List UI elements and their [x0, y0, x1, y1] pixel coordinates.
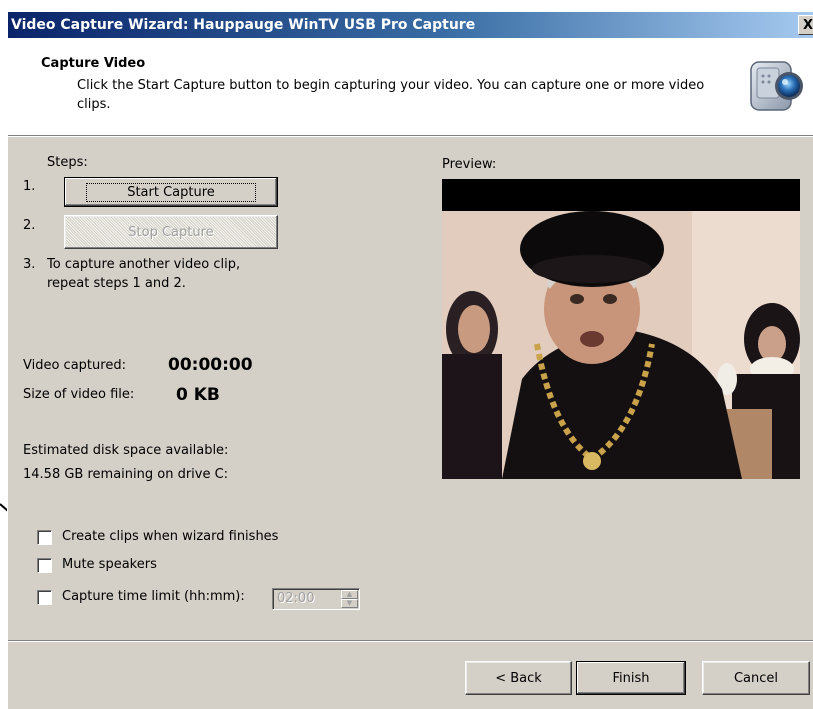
wizard-window: Video Capture Wizard: Hauppauge WinTV US…	[7, 12, 813, 709]
video-camera-icon	[745, 54, 805, 116]
step-3-text-line1: To capture another video clip,	[47, 257, 241, 272]
create-clips-label: Create clips when wizard finishes	[62, 529, 279, 544]
time-limit-checkbox[interactable]	[37, 590, 52, 605]
cancel-button-label: Cancel	[733, 670, 779, 686]
file-size-label: Size of video file:	[23, 387, 135, 402]
stop-capture-label: Stop Capture	[128, 224, 214, 240]
page-description: Click the Start Capture button to begin …	[77, 78, 705, 112]
video-captured-label: Video captured:	[23, 358, 126, 373]
back-button[interactable]: < Back	[465, 661, 572, 695]
file-size-value: 0 KB	[176, 385, 220, 405]
mute-speakers-label: Mute speakers	[62, 557, 157, 572]
stop-capture-button[interactable]: Stop Capture	[64, 215, 278, 249]
window-title: Video Capture Wizard: Hauppauge WinTV US…	[11, 17, 476, 33]
finish-button-label: Finish	[612, 670, 650, 686]
time-limit-spinner[interactable]: 02:00 ▲ ▼	[272, 588, 360, 610]
video-captured-value: 00:00:00	[168, 355, 253, 375]
disk-space-value: 14.58 GB remaining on drive C:	[23, 467, 229, 482]
close-button[interactable]: X	[798, 15, 813, 35]
title-bar: Video Capture Wizard: Hauppauge WinTV US…	[8, 12, 813, 38]
spin-down-icon[interactable]: ▼	[341, 599, 358, 608]
cancel-button[interactable]: Cancel	[702, 661, 810, 695]
create-clips-checkbox[interactable]	[37, 530, 52, 545]
time-limit-label: Capture time limit (hh:mm):	[62, 589, 245, 604]
step-3-number: 3.	[23, 257, 36, 272]
step-1-number: 1.	[23, 179, 36, 194]
spin-up-icon[interactable]: ▲	[341, 590, 358, 599]
steps-heading: Steps:	[47, 155, 88, 170]
page-title: Capture Video	[41, 56, 146, 71]
video-preview	[442, 179, 800, 479]
close-icon: X	[802, 17, 813, 33]
step-2-number: 2.	[23, 218, 36, 233]
mute-speakers-checkbox[interactable]	[37, 558, 52, 573]
finish-button[interactable]: Finish	[576, 661, 686, 695]
wizard-header: Capture Video Click the Start Capture bu…	[8, 38, 813, 136]
step-3-text-line2: repeat steps 1 and 2.	[47, 276, 186, 291]
back-button-label: < Back	[495, 670, 542, 686]
start-capture-button[interactable]: Start Capture	[64, 177, 278, 207]
spinner-buttons[interactable]: ▲ ▼	[341, 590, 358, 608]
time-limit-value: 02:00	[277, 591, 315, 606]
disk-space-label: Estimated disk space available:	[23, 443, 229, 458]
start-capture-label: Start Capture	[86, 182, 256, 202]
preview-label: Preview:	[442, 157, 497, 172]
